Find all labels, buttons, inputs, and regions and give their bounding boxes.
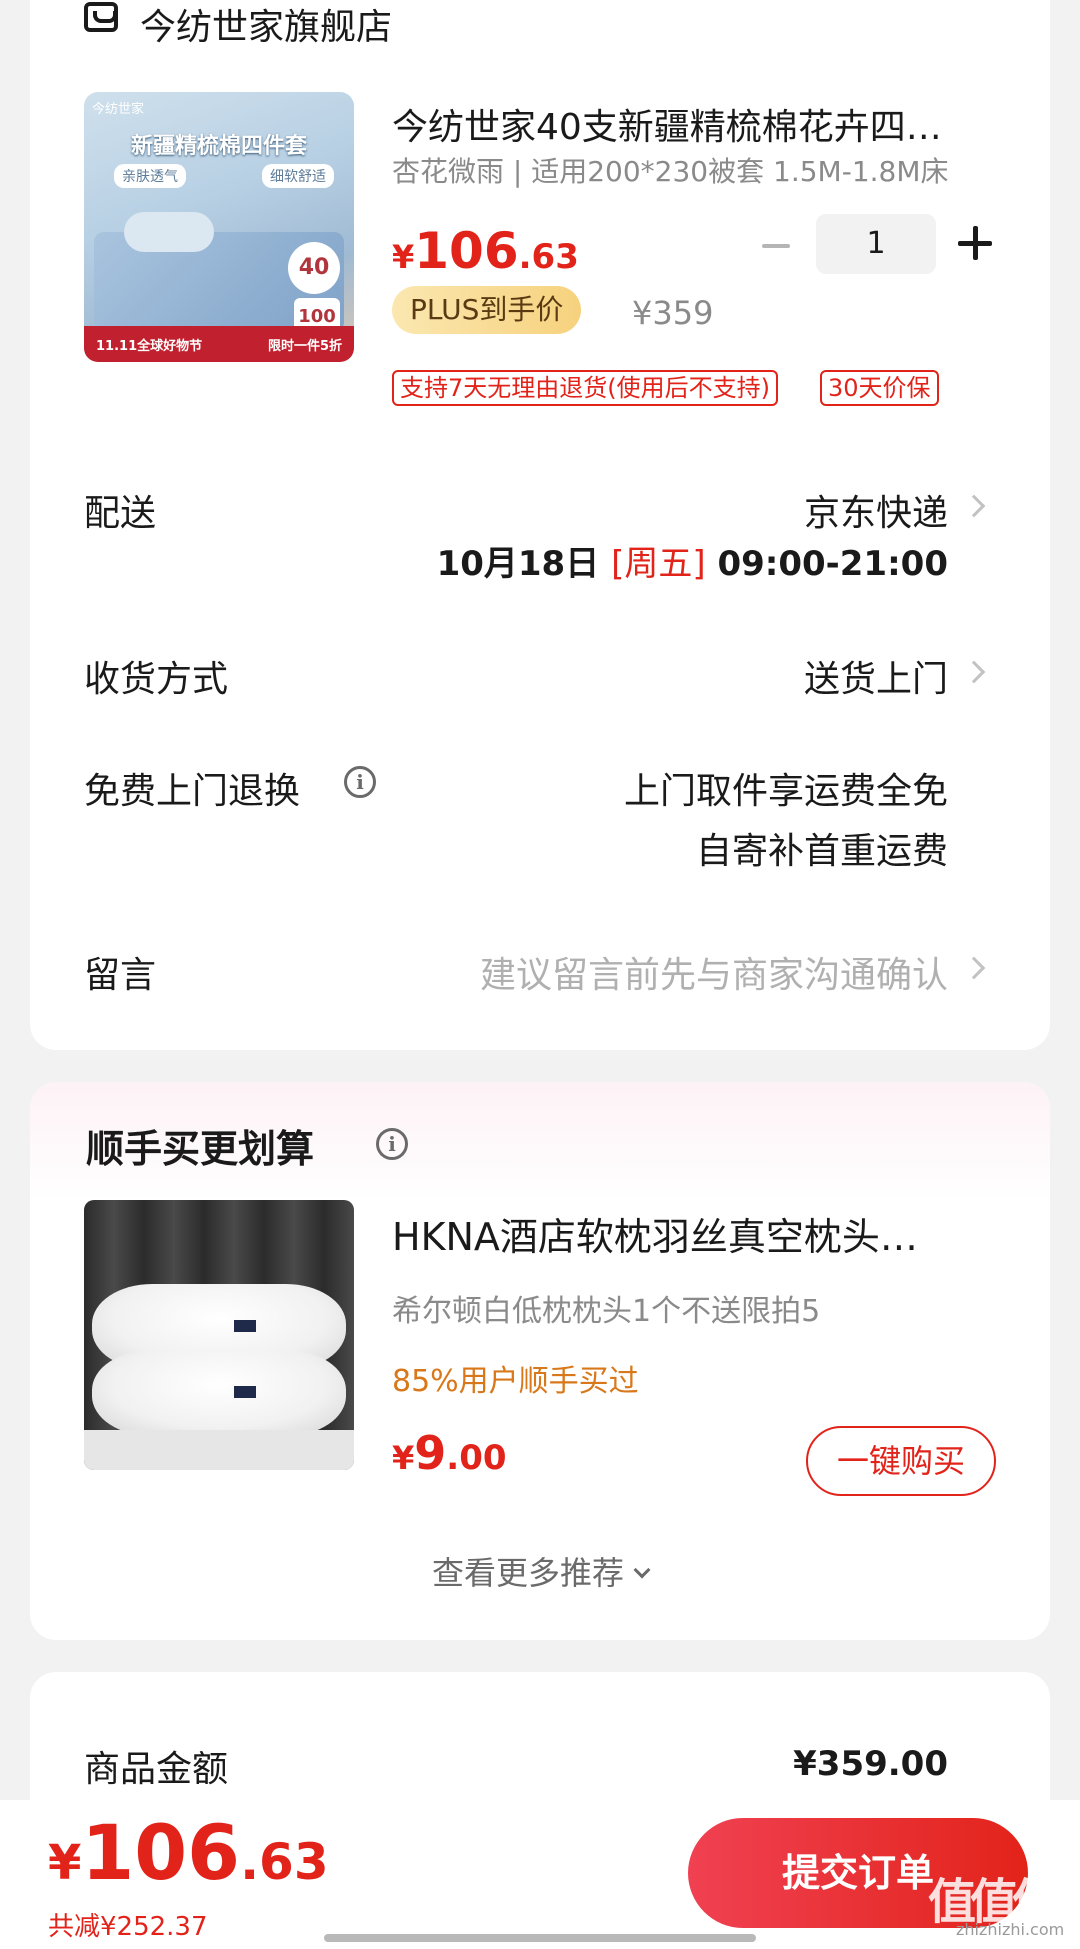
product-spec[interactable]: 杏花微雨 | 适用200*230被套 1.5M-1.8M床 (392, 150, 949, 190)
image-promo-right: 限时一件5折 (267, 338, 342, 354)
delivery-weekday: [周五] (611, 544, 706, 584)
recommend-item-price: ¥9.00 (392, 1426, 507, 1480)
recommend-item-subtitle: 希尔顿白低枕枕头1个不送限拍5 (392, 1294, 821, 1329)
image-tag: 细软舒适 (262, 164, 334, 188)
price-decimal: .00 (446, 1438, 507, 1478)
home-indicator[interactable] (324, 1934, 756, 1942)
delivery-method[interactable]: 京东快递 (804, 484, 948, 536)
info-icon[interactable]: i (344, 766, 376, 798)
total-price: ¥106.63 (48, 1808, 329, 1897)
price-symbol: ¥ (392, 238, 415, 276)
chevron-down-icon (633, 1561, 651, 1579)
delivery-date: 10月18日 (436, 544, 600, 584)
message-label: 留言 (84, 955, 157, 996)
price-integer: 106 (414, 222, 519, 280)
price-integer: 9 (414, 1426, 447, 1480)
store-icon (84, 2, 118, 32)
image-promo-bar: 11.11全球好物节 限时一件5折 (84, 326, 354, 362)
goods-amount-value: ¥359.00 (793, 1744, 948, 1784)
product-price: ¥106.63 (392, 222, 579, 280)
image-promo-left: 11.11全球好物节 (96, 338, 203, 354)
image-base-shape (84, 1430, 354, 1470)
quantity-input[interactable]: 1 (816, 214, 936, 274)
free-return-line1: 上门取件享运费全免 (623, 771, 948, 812)
service-tag-return: 支持7天无理由退货(使用后不支持) (392, 370, 778, 406)
receive-method-value[interactable]: 送货上门 (804, 650, 948, 702)
more-recommend-link[interactable]: 查看更多推荐 (0, 1548, 1080, 1594)
receive-method-label: 收货方式 (84, 659, 229, 700)
image-label-shape (234, 1320, 256, 1332)
price-integer: 106 (81, 1808, 241, 1897)
recommend-item-name[interactable]: HKNA酒店软枕羽丝真空枕头… (392, 1206, 992, 1261)
total-discount[interactable]: 共减¥252.37 (48, 1906, 208, 1943)
free-return-label: 免费上门退换 (84, 771, 301, 812)
message-input[interactable]: 建议留言前先与商家沟通确认 (480, 946, 948, 998)
free-return-line2: 自寄补首重运费 (695, 831, 948, 872)
plus-price-badge: PLUS到手价 (392, 286, 582, 334)
recommend-title: 顺手买更划算 (86, 1127, 315, 1171)
service-tag-price-protect: 30天价保 (820, 370, 939, 406)
quantity-decrease-button[interactable] (760, 224, 792, 268)
goods-amount-label: 商品金额 (84, 1749, 229, 1790)
image-tag: 亲肤透气 (114, 164, 186, 188)
price-symbol: ¥ (392, 1439, 415, 1477)
more-recommend-label: 查看更多推荐 (431, 1554, 624, 1592)
image-tag-row: 亲肤透气 细软舒适 (114, 164, 334, 188)
price-decimal: .63 (518, 237, 579, 277)
delivery-label: 配送 (84, 493, 157, 534)
original-price: ¥359 (632, 294, 714, 332)
product-title[interactable]: 今纺世家40支新疆精梳棉花卉四… (392, 98, 992, 150)
watermark-url: zhizhizhi.com (956, 1920, 1065, 1939)
one-click-buy-button[interactable]: 一键购买 (806, 1426, 996, 1496)
price-symbol: ¥ (48, 1835, 82, 1891)
image-brand-text: 今纺世家 (92, 102, 145, 117)
price-decimal: .63 (240, 1833, 329, 1891)
delivery-time-range: 09:00-21:00 (717, 544, 948, 584)
image-pillow-shape (92, 1350, 346, 1436)
product-image[interactable]: 今纺世家 新疆精梳棉四件套 亲肤透气 细软舒适 40 100 11.11全球好物… (84, 92, 354, 362)
image-pillow-shape (124, 212, 214, 252)
quantity-increase-button[interactable] (958, 226, 992, 260)
recommend-item-stat: 85%用户顺手买过 (392, 1364, 639, 1399)
image-label-shape (234, 1386, 256, 1398)
delivery-time[interactable]: 10月18日 [周五] 09:00-21:00 (437, 536, 948, 585)
recommend-item-image[interactable] (84, 1200, 354, 1470)
store-name[interactable]: 今纺世家旗舰店 (140, 0, 392, 50)
info-icon[interactable]: i (376, 1128, 408, 1160)
image-badge: 40 (288, 242, 340, 294)
image-banner-text: 新疆精梳棉四件套 (130, 134, 307, 159)
